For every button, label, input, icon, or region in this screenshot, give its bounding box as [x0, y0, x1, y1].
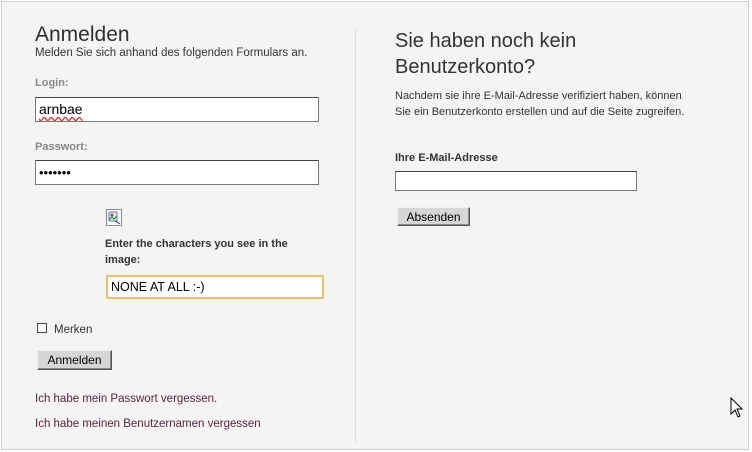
register-title: Sie haben noch kein Benutzerkonto? [395, 30, 577, 78]
column-divider [355, 28, 356, 442]
email-label: Ihre E-Mail-Adresse [395, 152, 498, 164]
email-field[interactable] [395, 171, 637, 191]
remember-label: Merken [54, 324, 93, 336]
login-field[interactable]: arnbae [35, 97, 319, 122]
password-field-value: ••••••• [39, 165, 71, 180]
login-label: Login: [35, 77, 69, 89]
mouse-pointer [730, 396, 744, 419]
captcha-input-value: NONE AT ALL :-) [111, 280, 205, 294]
broken-image-icon [106, 209, 122, 226]
forgot-password-link[interactable]: Ich habe mein Passwort vergessen. [35, 393, 217, 405]
login-page-panel: Anmelden Melden Sie sich anhand des folg… [1, 1, 749, 450]
captcha-input[interactable]: NONE AT ALL :-) [106, 275, 324, 299]
remember-checkbox[interactable] [37, 323, 47, 333]
register-description: Nachdem sie ihre E-Mail-Adresse verifizi… [395, 90, 685, 118]
register-submit-button[interactable]: Absenden [397, 207, 470, 226]
password-field[interactable]: ••••••• [35, 160, 319, 185]
login-submit-button[interactable]: Anmelden [37, 350, 112, 370]
mouse-pointer-icon [730, 396, 744, 418]
captcha-prompt: Enter the characters you see in the imag… [105, 238, 288, 266]
password-label: Passwort: [35, 141, 88, 153]
login-field-value: arnbae [39, 101, 83, 117]
login-title: Anmelden [35, 23, 130, 46]
forgot-username-link[interactable]: Ich habe meinen Benutzernamen vergessen [35, 418, 261, 430]
captcha-image [106, 209, 122, 226]
login-subtitle: Melden Sie sich anhand des folgenden For… [35, 47, 308, 59]
